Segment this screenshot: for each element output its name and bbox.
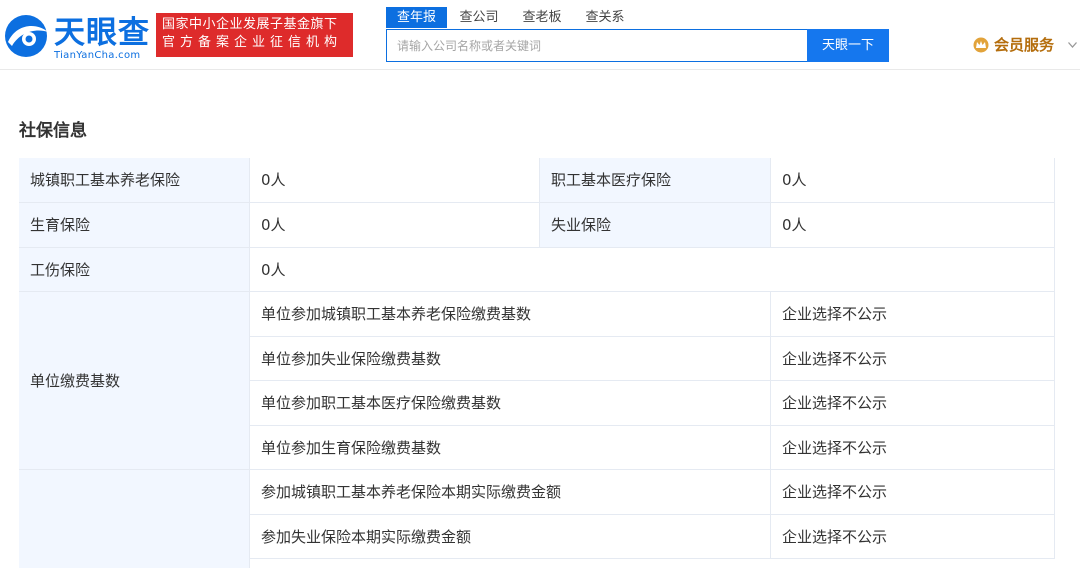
logo-name: 天眼查 <box>54 15 150 51</box>
maternity-insurance-label: 生育保险 <box>19 203 250 248</box>
contribution-base-value: 企业选择不公示 <box>771 337 1055 381</box>
section-title: 社保信息 <box>19 121 87 141</box>
pension-insurance-value: 0人 <box>250 158 540 203</box>
injury-insurance-value: 0人 <box>250 248 1055 292</box>
tab-company[interactable]: 查公司 <box>454 7 504 28</box>
medical-insurance-value: 0人 <box>771 158 1055 203</box>
injury-insurance-label: 工伤保险 <box>19 248 250 292</box>
badge-line-1: 国家中小企业发展子基金旗下 <box>162 17 338 32</box>
tab-relation[interactable]: 查关系 <box>580 7 630 28</box>
logo-domain: TianYanCha.com <box>54 50 141 61</box>
chevron-down-icon <box>1068 42 1077 48</box>
contribution-base-item: 单位参加城镇职工基本养老保险缴费基数 <box>250 292 771 337</box>
badge-line-2: 官方备案企业征信机构 <box>162 35 343 50</box>
actual-payment-item: 参加失业保险本期实际缴费金额 <box>250 515 771 559</box>
tab-annual-report[interactable]: 查年报 <box>386 7 447 28</box>
maternity-insurance-value: 0人 <box>250 203 540 248</box>
contribution-base-item: 单位参加职工基本医疗保险缴费基数 <box>250 381 771 426</box>
contribution-base-value: 企业选择不公示 <box>771 292 1055 337</box>
logo-eye-icon <box>5 15 48 57</box>
crown-icon <box>973 37 989 53</box>
contribution-base-item: 单位参加失业保险缴费基数 <box>250 337 771 381</box>
unemployment-insurance-value: 0人 <box>771 203 1055 248</box>
actual-payment-value: 企业选择不公示 <box>771 470 1055 515</box>
tab-boss[interactable]: 查老板 <box>517 7 567 28</box>
search-box <box>386 29 808 62</box>
contribution-base-item: 单位参加生育保险缴费基数 <box>250 426 771 470</box>
contribution-base-label: 单位缴费基数 <box>19 292 250 470</box>
actual-payment-item: 参加城镇职工基本养老保险本期实际缴费金额 <box>250 470 771 515</box>
medical-insurance-label: 职工基本医疗保险 <box>540 158 771 203</box>
contribution-base-value: 企业选择不公示 <box>771 426 1055 470</box>
search-button[interactable]: 天眼一下 <box>807 29 889 62</box>
actual-payment-label-cell <box>19 470 250 568</box>
contribution-base-value: 企业选择不公示 <box>771 381 1055 426</box>
top-header: 天眼查 TianYanCha.com 国家中小企业发展子基金旗下 官方备案企业征… <box>0 0 1080 70</box>
actual-payment-value: 企业选择不公示 <box>771 515 1055 559</box>
search-input[interactable] <box>387 30 807 61</box>
logo[interactable]: 天眼查 TianYanCha.com <box>2 12 150 62</box>
pension-insurance-label: 城镇职工基本养老保险 <box>19 158 250 203</box>
unemployment-insurance-label: 失业保险 <box>540 203 771 248</box>
certification-badge: 国家中小企业发展子基金旗下 官方备案企业征信机构 <box>156 13 353 57</box>
member-service-label: 会员服务 <box>994 36 1055 54</box>
